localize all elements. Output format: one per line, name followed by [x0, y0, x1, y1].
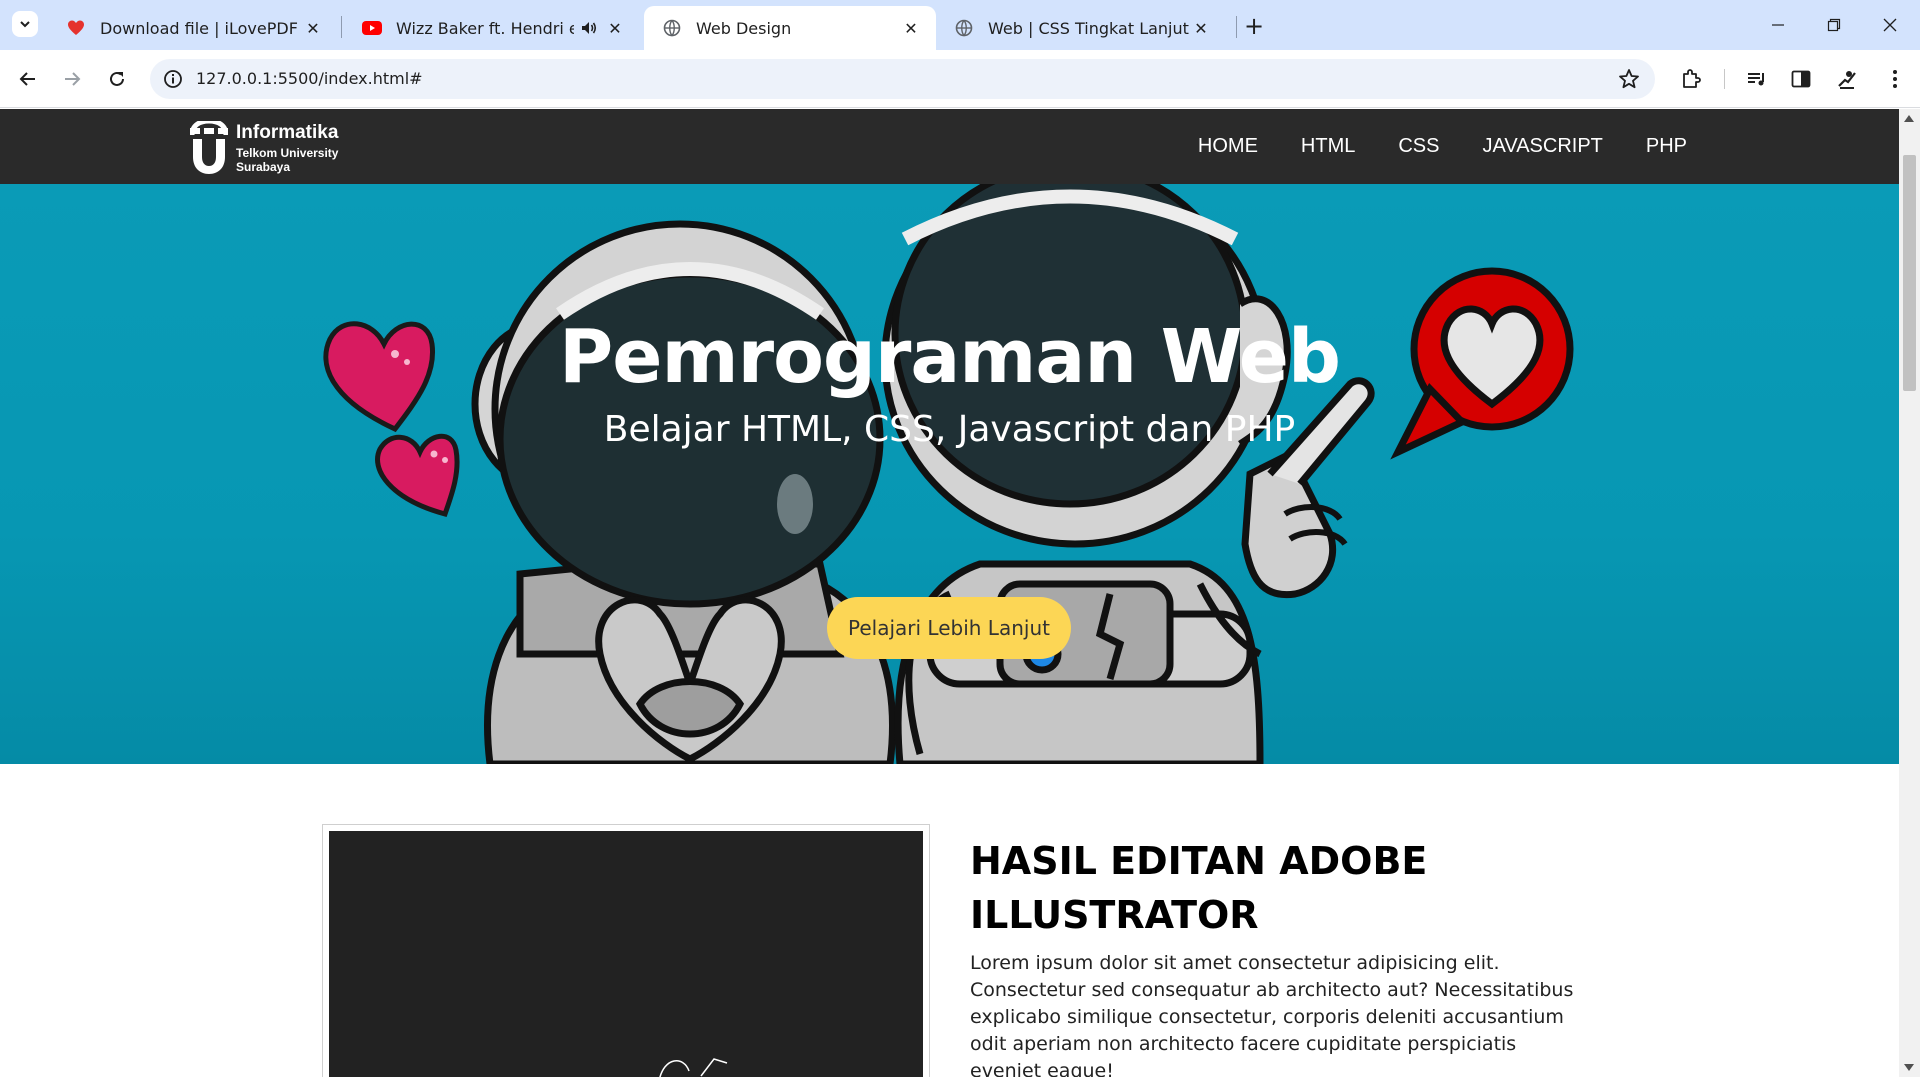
scrollbar-thumb[interactable]: [1903, 155, 1916, 391]
page-viewport: Informatika Telkom University Surabaya H…: [0, 109, 1899, 1077]
restore-icon: [1827, 18, 1841, 32]
logo-subtitle-line1: Telkom University: [236, 146, 339, 160]
address-bar[interactable]: 127.0.0.1:5500/index.html#: [150, 59, 1655, 99]
chevron-down-icon: [20, 21, 30, 28]
site-navbar: Informatika Telkom University Surabaya H…: [0, 109, 1899, 184]
close-tab-icon[interactable]: ✕: [604, 17, 626, 39]
article-title: HASIL EDITAN ADOBE ILLUSTRATOR: [970, 839, 1428, 937]
tab-web-design[interactable]: Web Design ✕: [644, 6, 936, 50]
close-tab-icon[interactable]: ✕: [302, 17, 324, 39]
browser-toolbar: 127.0.0.1:5500/index.html#: [0, 50, 1920, 108]
article-body: Lorem ipsum dolor sit amet consectetur a…: [970, 952, 1574, 1077]
ilovepdf-heart-icon: [66, 18, 86, 38]
tab-youtube[interactable]: Wizz Baker ft. Hendri endicc ✕: [344, 6, 634, 50]
site-menu: HOME HTML CSS JAVASCRIPT PHP: [1198, 109, 1687, 184]
learn-more-button[interactable]: Pelajari Lebih Lanjut: [827, 597, 1071, 659]
tab-strip: Download file | iLovePDF ✕ Wizz Baker ft…: [0, 0, 1920, 50]
article-section: HASIL EDITAN ADOBE ILLUSTRATOR Lorem ips…: [0, 764, 1899, 1077]
reload-button[interactable]: [101, 63, 133, 95]
page-scrollbar[interactable]: [1899, 109, 1920, 1077]
scroll-down-icon[interactable]: [1904, 1064, 1914, 1071]
logo-subtitle-line2: Surabaya: [236, 160, 291, 174]
tab-title: Download file | iLovePDF: [100, 18, 298, 38]
scroll-up-icon[interactable]: [1904, 115, 1914, 122]
article-image: [322, 824, 930, 1077]
close-icon: [1883, 18, 1897, 32]
close-tab-icon[interactable]: ✕: [900, 17, 922, 39]
close-tab-icon[interactable]: ✕: [1190, 17, 1212, 39]
hero-title: Pemrograman Web: [559, 314, 1341, 400]
tab-ilovepdf[interactable]: Download file | iLovePDF ✕: [48, 6, 338, 50]
right-astronaut: [881, 184, 1375, 764]
menu-item-css[interactable]: CSS: [1398, 135, 1439, 158]
youtube-icon: [362, 18, 382, 38]
minimize-icon: [1772, 24, 1784, 26]
menu-item-javascript[interactable]: JAVASCRIPT: [1482, 135, 1602, 158]
new-tab-button[interactable]: +: [1240, 12, 1268, 40]
menu-item-home[interactable]: HOME: [1198, 135, 1258, 158]
menu-item-php[interactable]: PHP: [1646, 135, 1687, 158]
tab-title: Wizz Baker ft. Hendri endicc: [396, 18, 574, 38]
bookmark-star-icon[interactable]: [1617, 67, 1641, 91]
sketch-lines-icon: [659, 1058, 728, 1077]
forward-button[interactable]: [56, 63, 88, 95]
profile-avatar-icon[interactable]: [1834, 66, 1860, 92]
site-logo[interactable]: Informatika Telkom University Surabaya: [190, 121, 360, 175]
toolbar-divider: [1724, 69, 1725, 89]
astronaut-illustration: [323, 184, 1574, 764]
telkom-university-logo-icon: [190, 121, 228, 174]
restore-button[interactable]: [1806, 8, 1862, 42]
extensions-icon[interactable]: [1678, 66, 1704, 92]
tab-divider: [1236, 16, 1237, 38]
more-menu-icon[interactable]: [1882, 66, 1908, 92]
globe-icon: [954, 18, 974, 38]
illustration-preview: [329, 831, 923, 1077]
media-controls-icon[interactable]: [1744, 66, 1770, 92]
tab-title: Web | CSS Tingkat Lanjut: [988, 18, 1189, 38]
tab-css-tingkat-lanjut[interactable]: Web | CSS Tingkat Lanjut ✕: [936, 6, 1226, 50]
site-info-icon[interactable]: [162, 68, 184, 90]
tab-search-button[interactable]: [12, 11, 38, 37]
minimize-button[interactable]: [1750, 8, 1806, 42]
left-astronaut: [471, 220, 896, 764]
reload-icon: [110, 71, 124, 86]
close-window-button[interactable]: [1862, 8, 1918, 42]
hero-section: Pemrograman Web Belajar HTML, CSS, Javas…: [0, 184, 1899, 764]
tab-divider: [341, 16, 342, 38]
url-text[interactable]: 127.0.0.1:5500/index.html#: [196, 69, 423, 88]
hero-subtitle: Belajar HTML, CSS, Javascript dan PHP: [603, 409, 1296, 450]
back-button[interactable]: [12, 63, 44, 95]
arrow-left-icon: [19, 72, 35, 86]
speaker-icon[interactable]: [580, 19, 598, 37]
arrow-right-icon: [65, 72, 81, 86]
globe-icon: [662, 18, 682, 38]
logo-title: Informatika: [236, 122, 339, 143]
menu-item-html[interactable]: HTML: [1301, 135, 1355, 158]
tab-title: Web Design: [696, 18, 792, 38]
side-panel-icon[interactable]: [1788, 66, 1814, 92]
